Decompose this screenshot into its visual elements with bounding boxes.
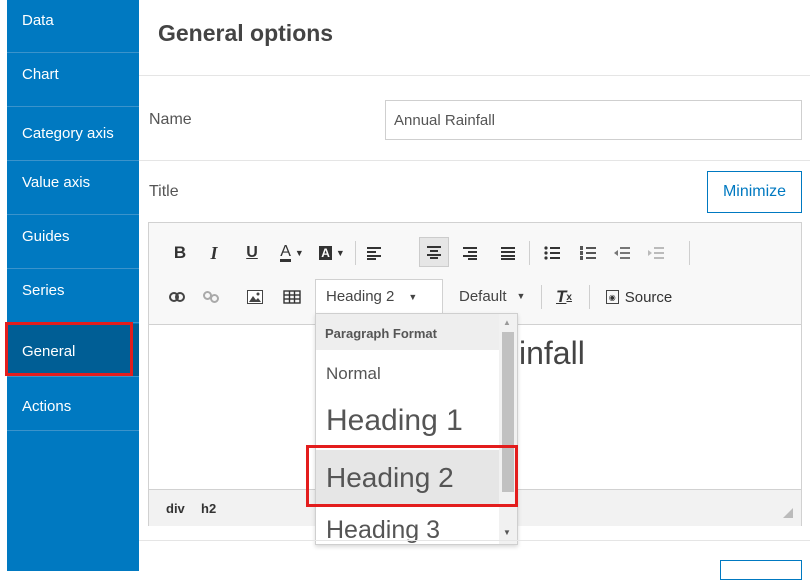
font-dropdown[interactable]: Default ▼ <box>449 279 539 313</box>
toolbar-separator <box>689 241 690 265</box>
sidebar-item-label: Actions <box>22 398 72 415</box>
resize-handle-icon[interactable] <box>783 508 793 518</box>
toolbar-separator <box>589 285 590 309</box>
toolbar-separator <box>355 241 356 265</box>
menu-header: Paragraph Format <box>316 314 499 350</box>
sidebar-item-general[interactable]: General <box>5 322 139 377</box>
sidebar-item-chart[interactable]: Chart <box>7 54 139 107</box>
paragraph-format-dropdown[interactable]: Heading 2 ▼ <box>315 279 443 313</box>
source-label: Source <box>624 288 673 306</box>
name-label: Name <box>149 111 192 128</box>
decrease-indent-icon[interactable] <box>609 239 635 267</box>
align-center-icon[interactable] <box>419 237 449 267</box>
source-icon: ◉ <box>605 290 619 304</box>
scroll-down-icon[interactable]: ▼ <box>503 528 511 537</box>
increase-indent-icon[interactable] <box>643 239 669 267</box>
justify-icon[interactable] <box>495 239 521 267</box>
path-item-div[interactable]: div <box>166 501 185 516</box>
minimize-button[interactable]: Minimize <box>707 171 802 213</box>
link-icon[interactable] <box>165 285 189 309</box>
selection-highlight <box>306 445 518 507</box>
align-right-icon[interactable] <box>457 239 483 267</box>
menu-item-normal[interactable]: Normal <box>326 364 381 384</box>
numbered-list-icon[interactable] <box>575 239 601 267</box>
sidebar-item-label: Category axis <box>22 125 114 142</box>
menu-scrollbar[interactable]: ▲ ▼ <box>499 314 517 544</box>
sidebar-item-actions[interactable]: Actions <box>7 378 139 431</box>
sidebar-item-label: Value axis <box>22 174 91 191</box>
name-input[interactable] <box>385 100 802 140</box>
remove-format-icon[interactable]: Tx <box>553 285 575 309</box>
italic-button[interactable]: I <box>203 241 225 265</box>
underline-button[interactable]: U <box>241 241 263 265</box>
table-icon[interactable] <box>279 285 305 309</box>
font-value: Default <box>459 287 507 305</box>
sidebar-item-series[interactable]: Series <box>7 270 139 323</box>
sidebar-item-data[interactable]: Data <box>7 0 139 53</box>
sidebar-item-category-axis[interactable]: Category axis <box>7 108 139 161</box>
toolbar-separator <box>541 285 542 309</box>
sidebar-item-guides[interactable]: Guides <box>7 216 139 269</box>
chevron-down-icon: ▼ <box>408 291 418 302</box>
divider <box>139 75 810 76</box>
sidebar-item-label: Guides <box>22 228 70 245</box>
menu-item-heading-1[interactable]: Heading 1 <box>326 404 463 438</box>
bulleted-list-icon[interactable] <box>539 239 565 267</box>
unlink-icon[interactable] <box>199 285 223 309</box>
background-color-button[interactable]: A ▼ <box>315 241 349 265</box>
scroll-up-icon[interactable]: ▲ <box>503 318 511 327</box>
sidebar-item-label: Series <box>22 282 65 299</box>
title-label: Title <box>149 183 179 200</box>
sidebar-item-label: Data <box>22 12 54 29</box>
page-title: General options <box>158 20 334 46</box>
divider <box>139 540 810 541</box>
align-left-icon[interactable] <box>361 239 387 267</box>
source-button[interactable]: ◉ Source <box>597 285 681 309</box>
divider <box>139 160 810 161</box>
paragraph-format-menu: Paragraph Format Normal Heading 1 Headin… <box>315 313 518 545</box>
sidebar-item-value-axis[interactable]: Value axis <box>7 162 139 215</box>
bold-button[interactable]: B <box>169 241 191 265</box>
sidebar: Data Chart Category axis Value axis Guid… <box>5 0 139 571</box>
toolbar-separator <box>529 241 530 265</box>
path-item-h2[interactable]: h2 <box>201 501 216 516</box>
editor-content[interactable]: infall <box>519 335 585 372</box>
chevron-down-icon: ▼ <box>516 291 526 301</box>
text-color-button[interactable]: A ▼ <box>275 241 309 265</box>
image-icon[interactable] <box>243 285 267 309</box>
editor-toolbar: B I U A ▼ A ▼ Heading 2 ▼ Default ▼ T x … <box>149 223 801 325</box>
sidebar-item-label: General <box>22 343 76 360</box>
edit-button[interactable] <box>720 560 802 580</box>
paragraph-format-value: Heading 2 <box>326 288 395 305</box>
sidebar-item-label: Chart <box>22 66 59 83</box>
